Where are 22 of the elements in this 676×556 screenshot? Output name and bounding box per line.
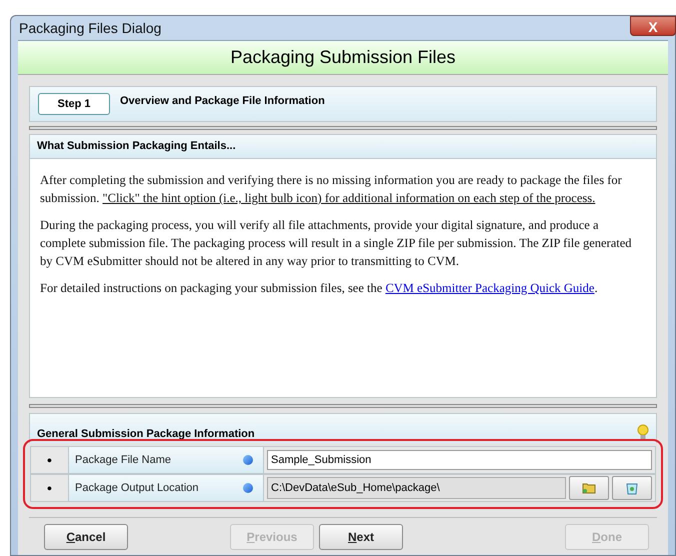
window-title: Packaging Files Dialog [18, 18, 162, 38]
field-label: Package File Name [75, 452, 171, 468]
dialog-button[interactable]: Cancel [44, 524, 128, 550]
close-button[interactable]: X [630, 16, 676, 36]
dialog-button[interactable]: Next [319, 524, 403, 550]
output-location-input[interactable]: C:\DevData\eSub_Home\package\ [267, 477, 566, 499]
clear-button[interactable] [612, 476, 652, 500]
file-name-input[interactable]: Sample_Submission [267, 450, 652, 470]
section-title: What Submission Packaging Entails... [37, 139, 236, 154]
light-bulb-icon[interactable] [637, 424, 649, 440]
guide-link[interactable]: CVM eSubmitter Packaging Quick Guide [385, 281, 594, 295]
step-title: Overview and Package File Information [120, 94, 325, 109]
overview-paragraph: During the packaging process, you will verify all file attachments, provide your digital signature, and produce a complete submission file. The packaging process will result in a single ZIP file per submission. The ZIP file generated by CVM eSubmitter should not be altered in any way prior to transmitting to CVM. [40, 217, 633, 270]
overview-paragraph: For detailed instructions on packaging your submission files, see the CVM eSubmitter Packaging Quick Guide. [40, 280, 599, 297]
field-label: Package Output Location [75, 480, 199, 496]
recycle-bin-icon [626, 482, 638, 494]
overview-paragraph: After completing the submission and verifying there is no missing information you are ready to package the files for submission. "Click" the hint option (i.e., light bulb icon) for additional information on each step of the process. [40, 172, 623, 207]
browse-folder-button[interactable] [569, 476, 609, 500]
folder-icon [582, 482, 596, 494]
step-badge: Step 1 [38, 93, 110, 115]
section-title: General Submission Package Information [37, 426, 255, 442]
header-title: Packaging Submission Files [230, 46, 456, 69]
